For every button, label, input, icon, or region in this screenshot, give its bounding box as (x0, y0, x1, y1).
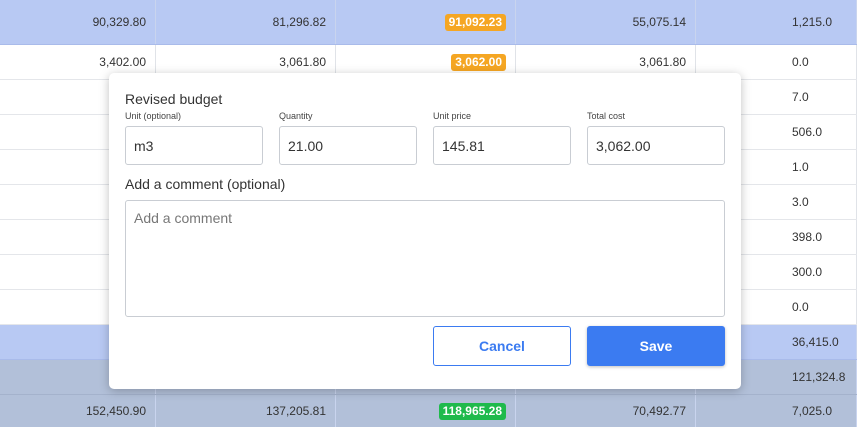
table-cell: 70,492.77 (516, 395, 696, 427)
unit-field-group: Unit (optional) m3 (125, 111, 263, 165)
quantity-field-group: Quantity 21.00 (279, 111, 417, 165)
quantity-label: Quantity (279, 111, 313, 121)
revised-budget-popover: Revised budget Unit (optional) m3 Quanti… (109, 73, 741, 389)
total-cost-input[interactable]: 3,062.00 (587, 126, 725, 165)
comment-label: Add a comment (optional) (125, 176, 286, 192)
unit-price-input[interactable]: 145.81 (433, 126, 571, 165)
table-row[interactable]: 90,329.80 81,296.82 91,092.23 55,075.14 … (0, 0, 857, 45)
revised-budget-badge: 91,092.23 (444, 13, 506, 31)
table-cell: 7,025.0 (696, 395, 857, 427)
quantity-input[interactable]: 21.00 (279, 126, 417, 165)
cancel-button[interactable]: Cancel (433, 326, 571, 366)
table-cell: 137,205.81 (156, 395, 336, 427)
unit-label: Unit (optional) (125, 111, 182, 121)
popover-title: Revised budget (125, 91, 223, 107)
table-cell: 1,215.0 (696, 0, 857, 44)
table-cell: 152,450.90 (0, 395, 156, 427)
comment-textarea[interactable]: Add a comment (125, 200, 725, 317)
total-cost-field-group: Total cost 3,062.00 (587, 111, 725, 165)
table-cell: 91,092.23 (336, 0, 516, 44)
revised-budget-badge: 118,965.28 (438, 402, 506, 420)
table-cell: 90,329.80 (0, 0, 156, 44)
table-cell: 55,075.14 (516, 0, 696, 44)
revised-budget-badge[interactable]: 3,062.00 (451, 53, 506, 71)
unit-input[interactable]: m3 (125, 126, 263, 165)
unit-price-label: Unit price (433, 111, 472, 121)
table-cell: 81,296.82 (156, 0, 336, 44)
table-cell: 118,965.28 (336, 395, 516, 427)
save-button[interactable]: Save (587, 326, 725, 366)
unit-price-field-group: Unit price 145.81 (433, 111, 571, 165)
table-row[interactable]: 152,450.90 137,205.81 118,965.28 70,492.… (0, 395, 857, 427)
total-cost-label: Total cost (587, 111, 626, 121)
